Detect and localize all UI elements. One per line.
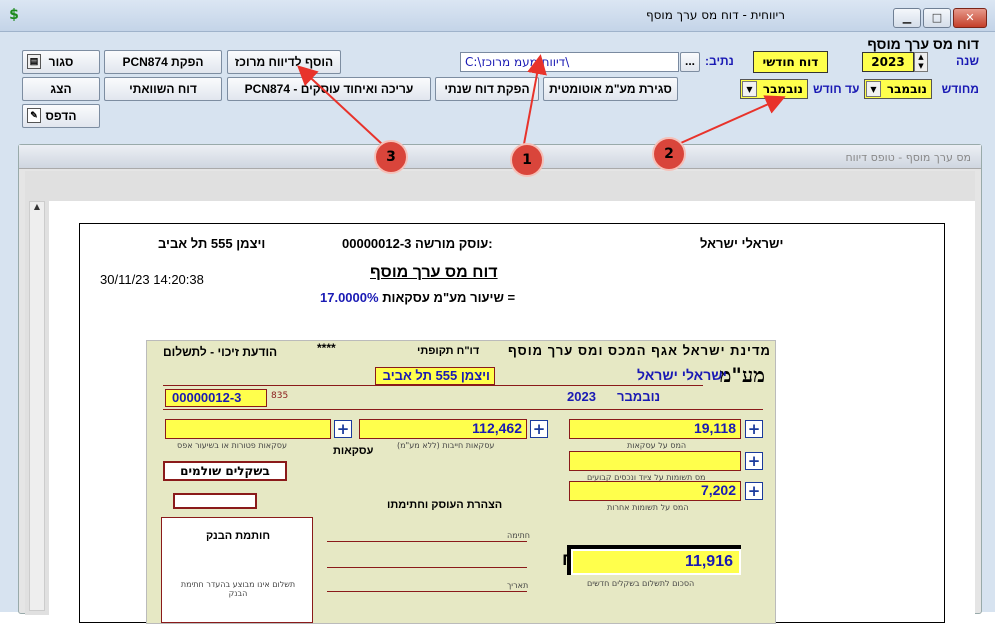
arrow-2: [673, 95, 786, 147]
arrow-3: [297, 65, 383, 145]
annotation-arrows: [297, 54, 786, 147]
arrow-1: [523, 54, 547, 145]
callout-marker-1: 1: [510, 143, 544, 177]
callout-marker-2: 2: [652, 137, 686, 171]
callout-marker-3: 3: [374, 140, 408, 174]
